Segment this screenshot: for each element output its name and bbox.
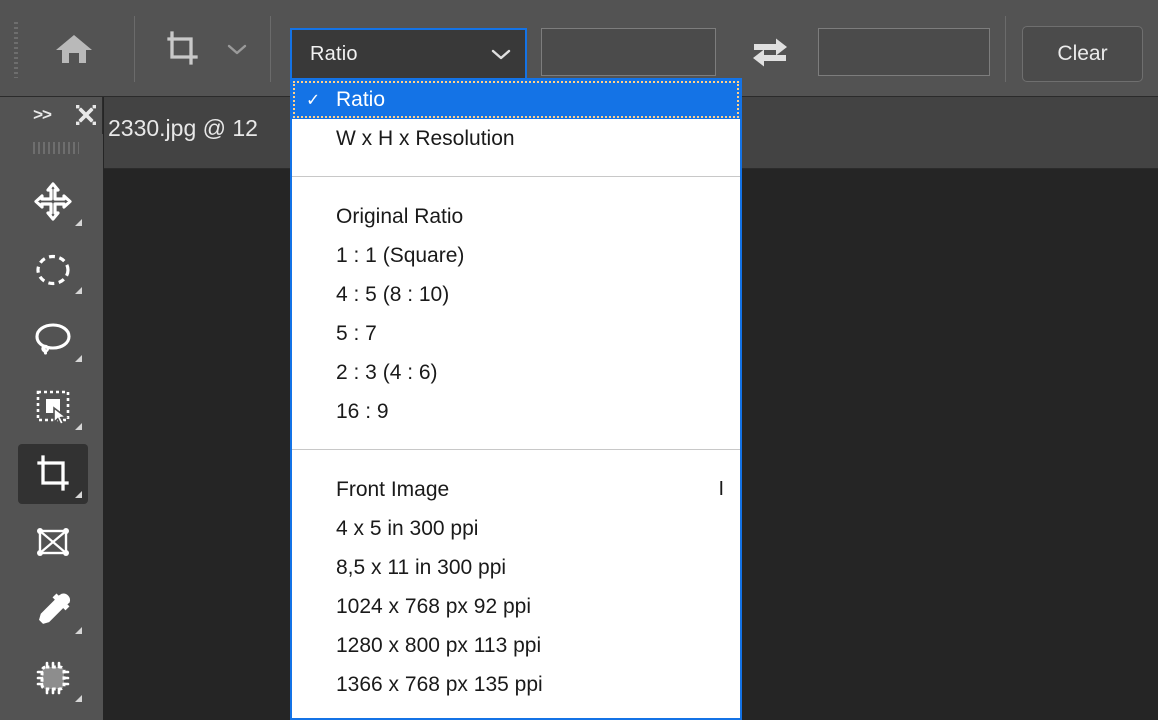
document-tab-title[interactable]: 2330.jpg @ 12 bbox=[108, 115, 258, 142]
tool-more-indicator bbox=[75, 695, 82, 702]
sidebar-item-crop-tool[interactable] bbox=[18, 444, 88, 504]
menu-item-label: 5 : 7 bbox=[336, 321, 377, 345]
menu-item-1366x768-135ppi[interactable]: 1366 x 768 px 135 ppi bbox=[292, 665, 740, 704]
crop-tool-icon bbox=[167, 31, 198, 65]
move-tool-icon bbox=[34, 182, 72, 221]
chevron-down-icon bbox=[491, 49, 511, 60]
menu-item-1024x768-92ppi[interactable]: 1024 x 768 px 92 ppi bbox=[292, 587, 740, 626]
menu-item-16-9[interactable]: 16 : 9 bbox=[292, 392, 740, 431]
menu-group-mode: ✓ Ratio W x H x Resolution bbox=[292, 80, 740, 158]
menu-item-2-3-4-6[interactable]: 2 : 3 (4 : 6) bbox=[292, 353, 740, 392]
menu-item-4x5-in-300ppi[interactable]: 4 x 5 in 300 ppi bbox=[292, 509, 740, 548]
menu-item-label: 4 : 5 (8 : 10) bbox=[336, 282, 450, 306]
menu-item-ratio[interactable]: ✓ Ratio bbox=[292, 80, 740, 119]
ratio-dropdown-menu: ✓ Ratio W x H x Resolution Original Rati… bbox=[290, 78, 742, 720]
menu-item-label: 8,5 x 11 in 300 ppi bbox=[336, 555, 507, 579]
sidebar-item-quick-selection-tool[interactable] bbox=[18, 376, 88, 436]
menu-spacer bbox=[292, 450, 740, 470]
tool-more-indicator bbox=[75, 219, 82, 226]
ratio-combobox[interactable]: Ratio bbox=[290, 28, 527, 80]
tool-more-indicator bbox=[75, 627, 82, 634]
swap-width-height-button[interactable] bbox=[742, 28, 798, 76]
sidebar-item-frame-tool[interactable] bbox=[18, 512, 88, 572]
tools-strip bbox=[8, 134, 103, 720]
menu-item-label: 2 : 3 (4 : 6) bbox=[336, 360, 438, 384]
menu-item-label: W x H x Resolution bbox=[336, 126, 515, 150]
menu-item-5-7[interactable]: 5 : 7 bbox=[292, 314, 740, 353]
sidebar-item-lasso-tool[interactable] bbox=[18, 308, 88, 368]
menu-spacer bbox=[292, 158, 740, 176]
menu-item-label: Ratio bbox=[336, 87, 386, 111]
menu-spacer bbox=[292, 431, 740, 449]
menu-item-label: 16 : 9 bbox=[336, 399, 389, 423]
check-icon: ✓ bbox=[306, 90, 321, 109]
tools-panel-grip[interactable] bbox=[33, 142, 79, 154]
close-icon[interactable] bbox=[72, 102, 100, 128]
menu-item-4-5-8-10[interactable]: 4 : 5 (8 : 10) bbox=[292, 275, 740, 314]
menu-item-front-image[interactable]: Front Image I bbox=[292, 470, 740, 509]
menu-item-label: 1 : 1 (Square) bbox=[336, 243, 465, 267]
sidebar-item-elliptical-marquee-tool[interactable] bbox=[18, 240, 88, 300]
menu-item-w-h-resolution[interactable]: W x H x Resolution bbox=[292, 119, 740, 158]
expand-panel-icon[interactable]: >> bbox=[26, 103, 58, 127]
tool-more-indicator bbox=[75, 287, 82, 294]
crop-tool-icon bbox=[37, 455, 69, 491]
sidebar-item-move-tool[interactable] bbox=[18, 172, 88, 232]
menu-spacer bbox=[292, 177, 740, 197]
tool-more-indicator bbox=[75, 355, 82, 362]
clear-button-label: Clear bbox=[1057, 42, 1108, 65]
tool-more-indicator bbox=[75, 423, 82, 430]
toolbar-separator-3 bbox=[1005, 16, 1006, 82]
tool-preset-chevron-down-icon[interactable] bbox=[220, 36, 254, 62]
crop-width-input[interactable] bbox=[541, 28, 716, 76]
toolbar-separator-2 bbox=[270, 16, 271, 82]
menu-item-label: 1024 x 768 px 92 ppi bbox=[336, 594, 531, 618]
tools-panel: >> bbox=[0, 97, 103, 720]
tool-more-indicator bbox=[75, 491, 82, 498]
home-button[interactable] bbox=[46, 22, 102, 76]
menu-item-1280x800-113ppi[interactable]: 1280 x 800 px 113 ppi bbox=[292, 626, 740, 665]
menu-item-label: 4 x 5 in 300 ppi bbox=[336, 516, 479, 540]
clear-button[interactable]: Clear bbox=[1022, 26, 1143, 82]
sidebar-item-eyedropper-tool[interactable] bbox=[18, 580, 88, 640]
menu-item-1-1-square[interactable]: 1 : 1 (Square) bbox=[292, 236, 740, 275]
menu-item-shortcut: I bbox=[718, 478, 724, 500]
crop-height-input[interactable] bbox=[818, 28, 990, 76]
object-selection-tool-icon bbox=[36, 390, 70, 426]
tools-panel-header: >> bbox=[8, 97, 103, 133]
toolbar-separator-1 bbox=[134, 16, 135, 82]
menu-item-label: 1366 x 768 px 135 ppi bbox=[336, 672, 543, 696]
menu-item-label: Original Ratio bbox=[336, 204, 464, 228]
options-bar-grip[interactable] bbox=[14, 22, 18, 78]
menu-item-85x11-in-300ppi[interactable]: 8,5 x 11 in 300 ppi bbox=[292, 548, 740, 587]
menu-item-label: 1280 x 800 px 113 ppi bbox=[336, 633, 542, 657]
menu-item-label: Front Image bbox=[336, 477, 450, 501]
lasso-tool-icon bbox=[35, 323, 71, 355]
menu-group-ratios: Original Ratio 1 : 1 (Square) 4 : 5 (8 :… bbox=[292, 197, 740, 431]
active-tool-icon-button[interactable] bbox=[150, 22, 214, 76]
frame-tool-icon bbox=[37, 528, 69, 556]
eyedropper-tool-icon bbox=[39, 593, 71, 624]
menu-group-presets: Front Image I 4 x 5 in 300 ppi 8,5 x 11 … bbox=[292, 470, 740, 704]
elliptical-marquee-tool-icon bbox=[36, 254, 70, 286]
sidebar-item-spot-healing-tool[interactable] bbox=[18, 648, 88, 708]
swap-arrows-icon bbox=[753, 38, 787, 67]
home-icon bbox=[56, 35, 92, 63]
patch-tool-icon bbox=[36, 661, 70, 695]
ratio-combobox-value: Ratio bbox=[310, 42, 358, 65]
menu-item-original-ratio[interactable]: Original Ratio bbox=[292, 197, 740, 236]
